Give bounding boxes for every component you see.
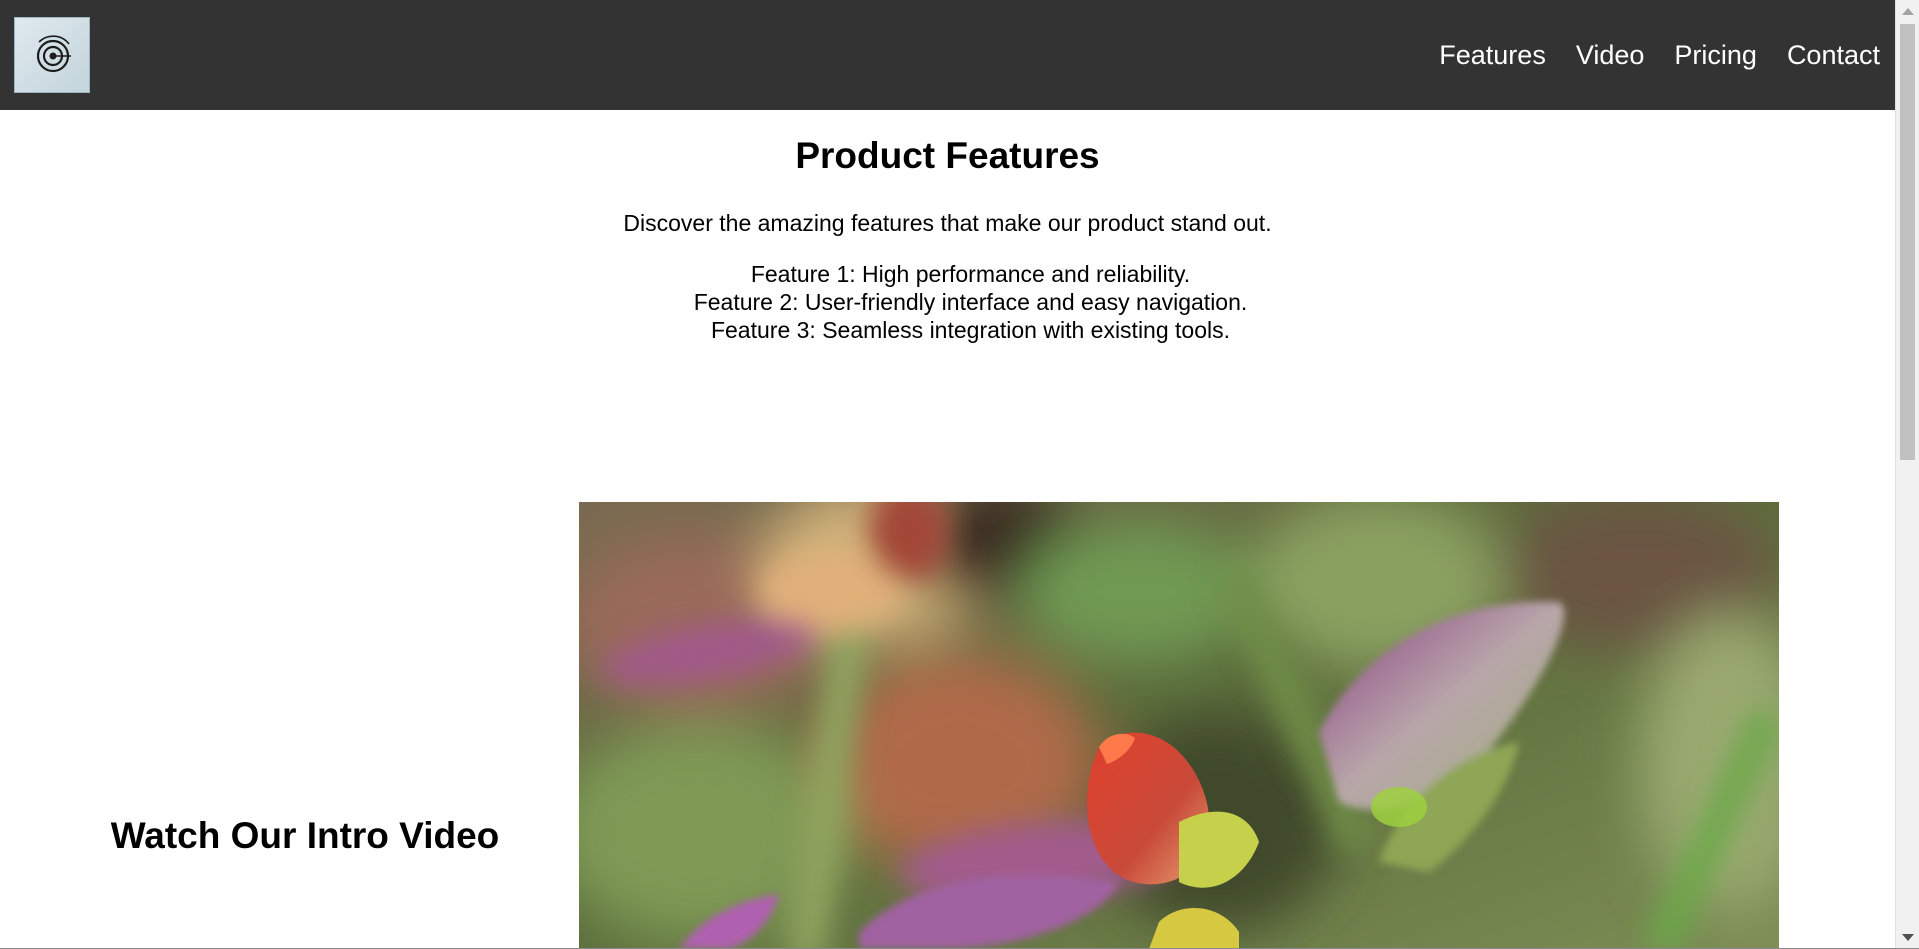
feature-item: Feature 2: User-friendly interface and e… [693,289,1248,315]
nav-link-pricing[interactable]: Pricing [1674,40,1757,71]
page: Features Video Pricing Contact Product F… [0,0,1919,949]
video-thumbnail-image [579,502,1779,948]
feature-item: Feature 3: Seamless integration with exi… [710,317,1231,343]
nav-link-features[interactable]: Features [1439,40,1546,71]
scroll-down-arrow-icon[interactable] [1902,934,1914,941]
features-intro: Discover the amazing features that make … [623,210,1272,236]
intro-video-player[interactable] [579,502,1779,948]
nav-link-video[interactable]: Video [1576,40,1645,71]
feature-item: Feature 1: High performance and reliabil… [750,261,1191,287]
logo[interactable] [14,17,90,93]
top-navbar: Features Video Pricing Contact [0,0,1895,110]
features-list: Feature 1: High performance and reliabil… [23,260,1918,344]
scrollbar-thumb[interactable] [1900,24,1915,460]
main-nav: Features Video Pricing Contact [1439,0,1880,110]
nav-link-contact[interactable]: Contact [1787,40,1880,71]
video-section-title: Watch Our Intro Video [110,815,500,856]
concentric-circles-logo-icon [36,35,71,73]
features-title: Product Features [795,135,1100,176]
scroll-up-arrow-icon[interactable] [1902,8,1914,15]
vertical-scrollbar[interactable] [1895,0,1919,948]
